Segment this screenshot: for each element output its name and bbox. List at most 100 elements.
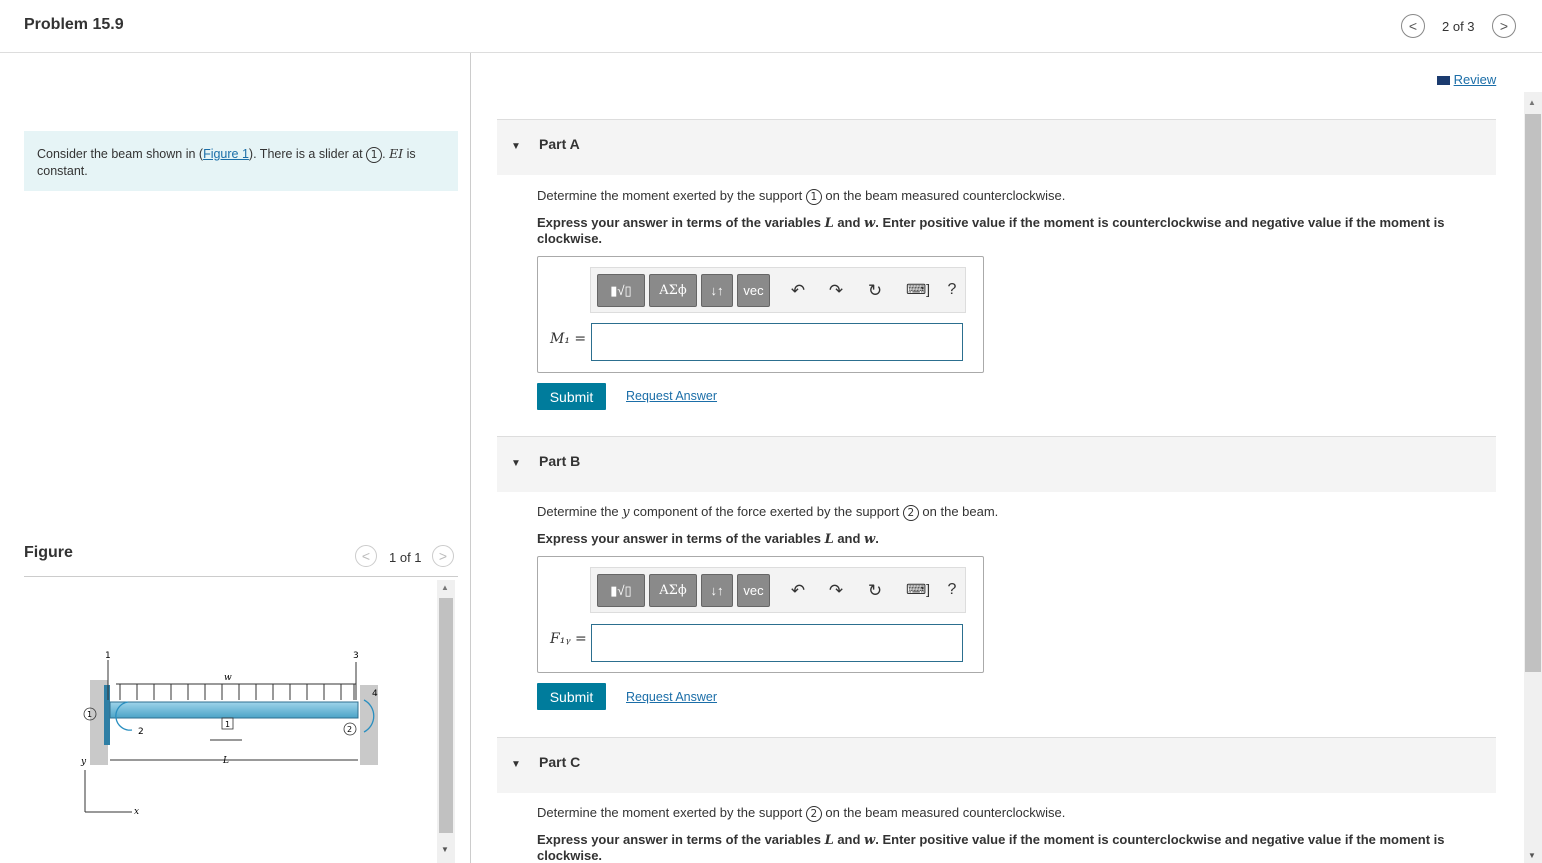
f1y-label: F₁ᵧ =	[550, 631, 587, 647]
instructions-text: and	[833, 832, 865, 847]
var-L: L	[824, 216, 834, 231]
part-a-request-answer-link[interactable]: Request Answer	[626, 389, 717, 403]
arrows-button[interactable]: ↓↑	[701, 274, 733, 307]
scroll-down-icon[interactable]: ▼	[1528, 851, 1536, 860]
prev-problem-button[interactable]: <	[1401, 14, 1425, 38]
part-c-header[interactable]: ▼ Part C	[497, 737, 1496, 793]
question-text: on the beam measured counterclockwise.	[821, 805, 1066, 820]
instructions-text: .	[875, 531, 879, 546]
label-w: w	[224, 673, 232, 683]
figure-link[interactable]: Figure 1	[203, 147, 249, 161]
part-b-instructions: Express your answer in terms of the vari…	[537, 531, 1447, 547]
figure-prev-button[interactable]: <	[355, 545, 377, 567]
part-a-header[interactable]: ▼ Part A	[497, 119, 1496, 175]
part-b-request-answer-link[interactable]: Request Answer	[626, 690, 717, 704]
vec-button[interactable]: vec	[737, 574, 770, 607]
var-y: y	[622, 505, 630, 520]
header-divider	[0, 52, 1542, 53]
label-x: x	[134, 807, 139, 817]
greek-button[interactable]: ΑΣϕ	[649, 574, 697, 607]
part-b-question: Determine the y component of the force e…	[537, 504, 998, 521]
label-y: y	[80, 757, 87, 767]
instructions-text: Express your answer in terms of the vari…	[537, 832, 825, 847]
support-1-label: 1	[87, 710, 92, 719]
ei-symbol: EI	[389, 146, 404, 161]
arrows-button[interactable]: ↓↑	[701, 574, 733, 607]
support-1-marker: 1	[805, 188, 822, 205]
chevron-right-icon: >	[1499, 18, 1509, 34]
var-L: L	[824, 833, 834, 848]
m1-input[interactable]	[591, 323, 963, 361]
part-a-question: Determine the moment exerted by the supp…	[537, 188, 1065, 205]
problem-title: Problem 15.9	[24, 16, 124, 33]
greek-button[interactable]: ΑΣϕ	[649, 274, 697, 307]
figure-next-button[interactable]: >	[432, 545, 454, 567]
var-w: w	[864, 532, 876, 547]
chevron-right-icon: >	[438, 548, 448, 564]
part-b-label: Part B	[539, 453, 581, 469]
instructions-text: Express your answer in terms of the vari…	[537, 215, 825, 230]
instructions-text: and	[833, 531, 865, 546]
templates-button[interactable]: ▮√▯	[597, 574, 645, 607]
part-b-header[interactable]: ▼ Part B	[497, 436, 1496, 492]
review-label: Review	[1453, 72, 1497, 87]
question-text: on the beam measured counterclockwise.	[821, 188, 1066, 203]
beam	[109, 701, 359, 719]
keyboard-icon[interactable]: ⌨]	[903, 581, 933, 598]
support-1-marker: 1	[366, 146, 383, 163]
undo-icon[interactable]: ↶	[787, 581, 809, 601]
collapse-triangle-icon: ▼	[511, 141, 521, 152]
part-b-answer-box: ▮√▯ ΑΣϕ ↓↑ vec ↶ ↷ ↻ ⌨] ? F₁ᵧ =	[537, 556, 984, 673]
review-link[interactable]: Review	[1437, 72, 1496, 87]
keyboard-icon[interactable]: ⌨]	[903, 281, 933, 298]
var-w: w	[864, 216, 876, 231]
help-icon[interactable]: ?	[941, 581, 963, 599]
collapse-triangle-icon: ▼	[511, 759, 521, 770]
instructions-text: and	[833, 215, 865, 230]
part-c-question: Determine the moment exerted by the supp…	[537, 805, 1065, 822]
book-icon	[1437, 76, 1450, 86]
label-3: 3	[353, 651, 359, 661]
part-b-submit-button[interactable]: Submit	[537, 683, 606, 710]
figure-scrollbar-thumb[interactable]	[439, 598, 453, 833]
question-text: Determine the moment exerted by the supp…	[537, 188, 806, 203]
question-text: Determine the	[537, 504, 623, 519]
vec-button[interactable]: vec	[737, 274, 770, 307]
support-2-marker: 2	[902, 504, 919, 521]
redo-icon[interactable]: ↷	[825, 581, 847, 601]
chevron-left-icon: <	[361, 548, 371, 564]
beam-figure: 1 2 3 4 w L x y 1 2 1	[80, 651, 378, 817]
label-2: 2	[138, 727, 144, 737]
help-icon[interactable]: ?	[941, 281, 963, 299]
slider-label: 1	[225, 720, 230, 729]
part-a-answer-box: ▮√▯ ΑΣϕ ↓↑ vec ↶ ↷ ↻ ⌨] ? M₁ =	[537, 256, 984, 373]
reset-icon[interactable]: ↻	[864, 281, 886, 301]
figure-divider	[24, 576, 458, 577]
chevron-left-icon: <	[1408, 18, 1418, 34]
question-text: component of the force exerted by the su…	[629, 504, 903, 519]
main-scrollbar-thumb[interactable]	[1525, 114, 1541, 672]
part-c-instructions: Express your answer in terms of the vari…	[537, 832, 1447, 863]
intro-text: Consider the beam shown in (	[37, 147, 204, 161]
f1y-input[interactable]	[591, 624, 963, 662]
next-problem-button[interactable]: >	[1492, 14, 1516, 38]
templates-button[interactable]: ▮√▯	[597, 274, 645, 307]
figure-page-indicator: 1 of 1	[389, 550, 422, 565]
part-a-submit-button[interactable]: Submit	[537, 383, 606, 410]
label-4: 4	[372, 689, 378, 699]
undo-icon[interactable]: ↶	[787, 281, 809, 301]
part-a-instructions: Express your answer in terms of the vari…	[537, 215, 1447, 246]
scroll-down-icon[interactable]: ▼	[441, 845, 449, 854]
support-2-label: 2	[347, 725, 352, 734]
math-toolbar: ▮√▯ ΑΣϕ ↓↑ vec ↶ ↷ ↻ ⌨] ?	[590, 567, 966, 613]
question-text: Determine the moment exerted by the supp…	[537, 805, 806, 820]
collapse-triangle-icon: ▼	[511, 458, 521, 469]
math-toolbar: ▮√▯ ΑΣϕ ↓↑ vec ↶ ↷ ↻ ⌨] ?	[590, 267, 966, 313]
reset-icon[interactable]: ↻	[864, 581, 886, 601]
instructions-text: Express your answer in terms of the vari…	[537, 531, 825, 546]
slider-plate	[104, 685, 110, 745]
scroll-up-icon[interactable]: ▲	[1528, 98, 1536, 107]
redo-icon[interactable]: ↷	[825, 281, 847, 301]
question-text: on the beam.	[918, 504, 999, 519]
scroll-up-icon[interactable]: ▲	[441, 583, 449, 592]
